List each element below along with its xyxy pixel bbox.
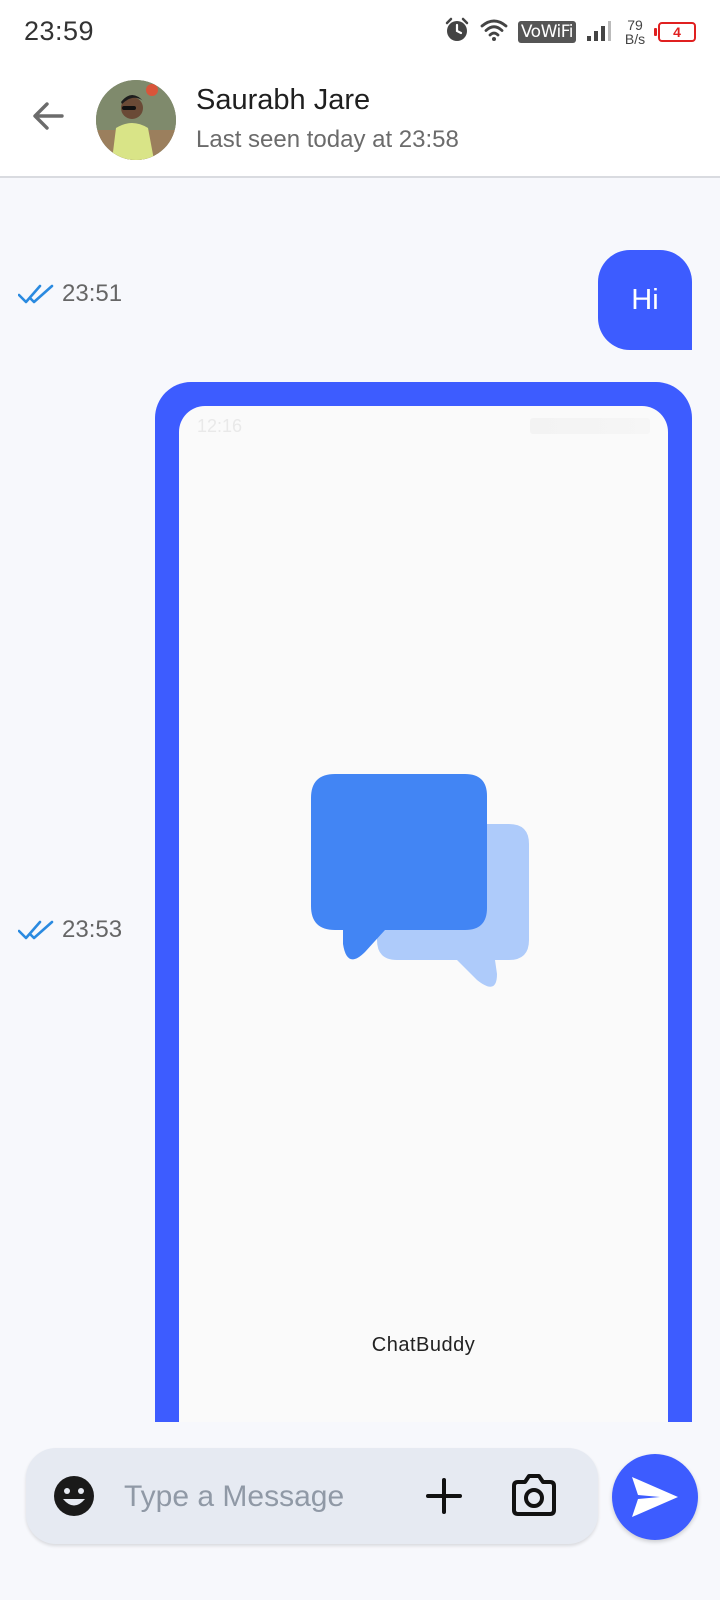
arrow-back-icon <box>33 102 64 130</box>
net-speed: 79 B/s <box>622 18 648 46</box>
message-time: 23:51 <box>62 280 123 307</box>
status-bar: 23:59 VoWiFi 79 B/s 4 <box>0 0 720 64</box>
send-button[interactable] <box>612 1454 698 1540</box>
double-check-icon <box>18 284 54 304</box>
message-input[interactable] <box>122 1472 396 1522</box>
status-icons: VoWiFi 79 B/s 4 <box>444 14 696 50</box>
emoji-icon <box>54 1476 94 1516</box>
camera-button[interactable] <box>510 1472 558 1518</box>
camera-icon <box>512 1474 556 1516</box>
double-check-icon <box>18 920 54 940</box>
avatar[interactable] <box>96 80 176 160</box>
plus-icon <box>426 1478 462 1514</box>
composer-area <box>0 1422 720 1600</box>
message-time: 23:53 <box>62 916 123 943</box>
signal-icon <box>586 18 612 47</box>
emoji-button[interactable] <box>52 1474 96 1518</box>
chat-logo-icon <box>311 774 529 987</box>
message-text: Hi <box>631 283 659 316</box>
contact-name[interactable]: Saurabh Jare <box>196 84 370 117</box>
image-message-bubble[interactable]: 12:16 ChatBuddy <box>155 382 692 1446</box>
message-meta: 23:53 <box>18 916 122 944</box>
image-status-time: 12:16 <box>197 416 243 436</box>
wifi-icon <box>480 18 508 47</box>
send-icon <box>632 1477 678 1517</box>
status-time: 23:59 <box>24 16 95 46</box>
alarm-icon <box>444 17 470 48</box>
last-seen-status: Last seen today at 23:58 <box>196 126 459 153</box>
net-speed-value: 79 <box>627 17 643 33</box>
image-attachment[interactable]: 12:16 ChatBuddy <box>179 406 668 1446</box>
image-caption: ChatBuddy <box>371 1334 476 1356</box>
composer-bar <box>26 1448 598 1544</box>
net-speed-unit: B/s <box>624 31 646 47</box>
message-bubble[interactable]: Hi <box>598 250 692 350</box>
battery-icon: 4 <box>654 22 696 42</box>
attach-button[interactable] <box>422 1474 466 1518</box>
image-status-icons <box>530 418 650 434</box>
avatar-image <box>96 80 176 160</box>
chat-header: Saurabh Jare Last seen today at 23:58 <box>0 64 720 178</box>
message-meta: 23:51 <box>18 280 122 308</box>
back-button[interactable] <box>26 94 70 138</box>
vowifi-badge: VoWiFi <box>517 21 576 43</box>
